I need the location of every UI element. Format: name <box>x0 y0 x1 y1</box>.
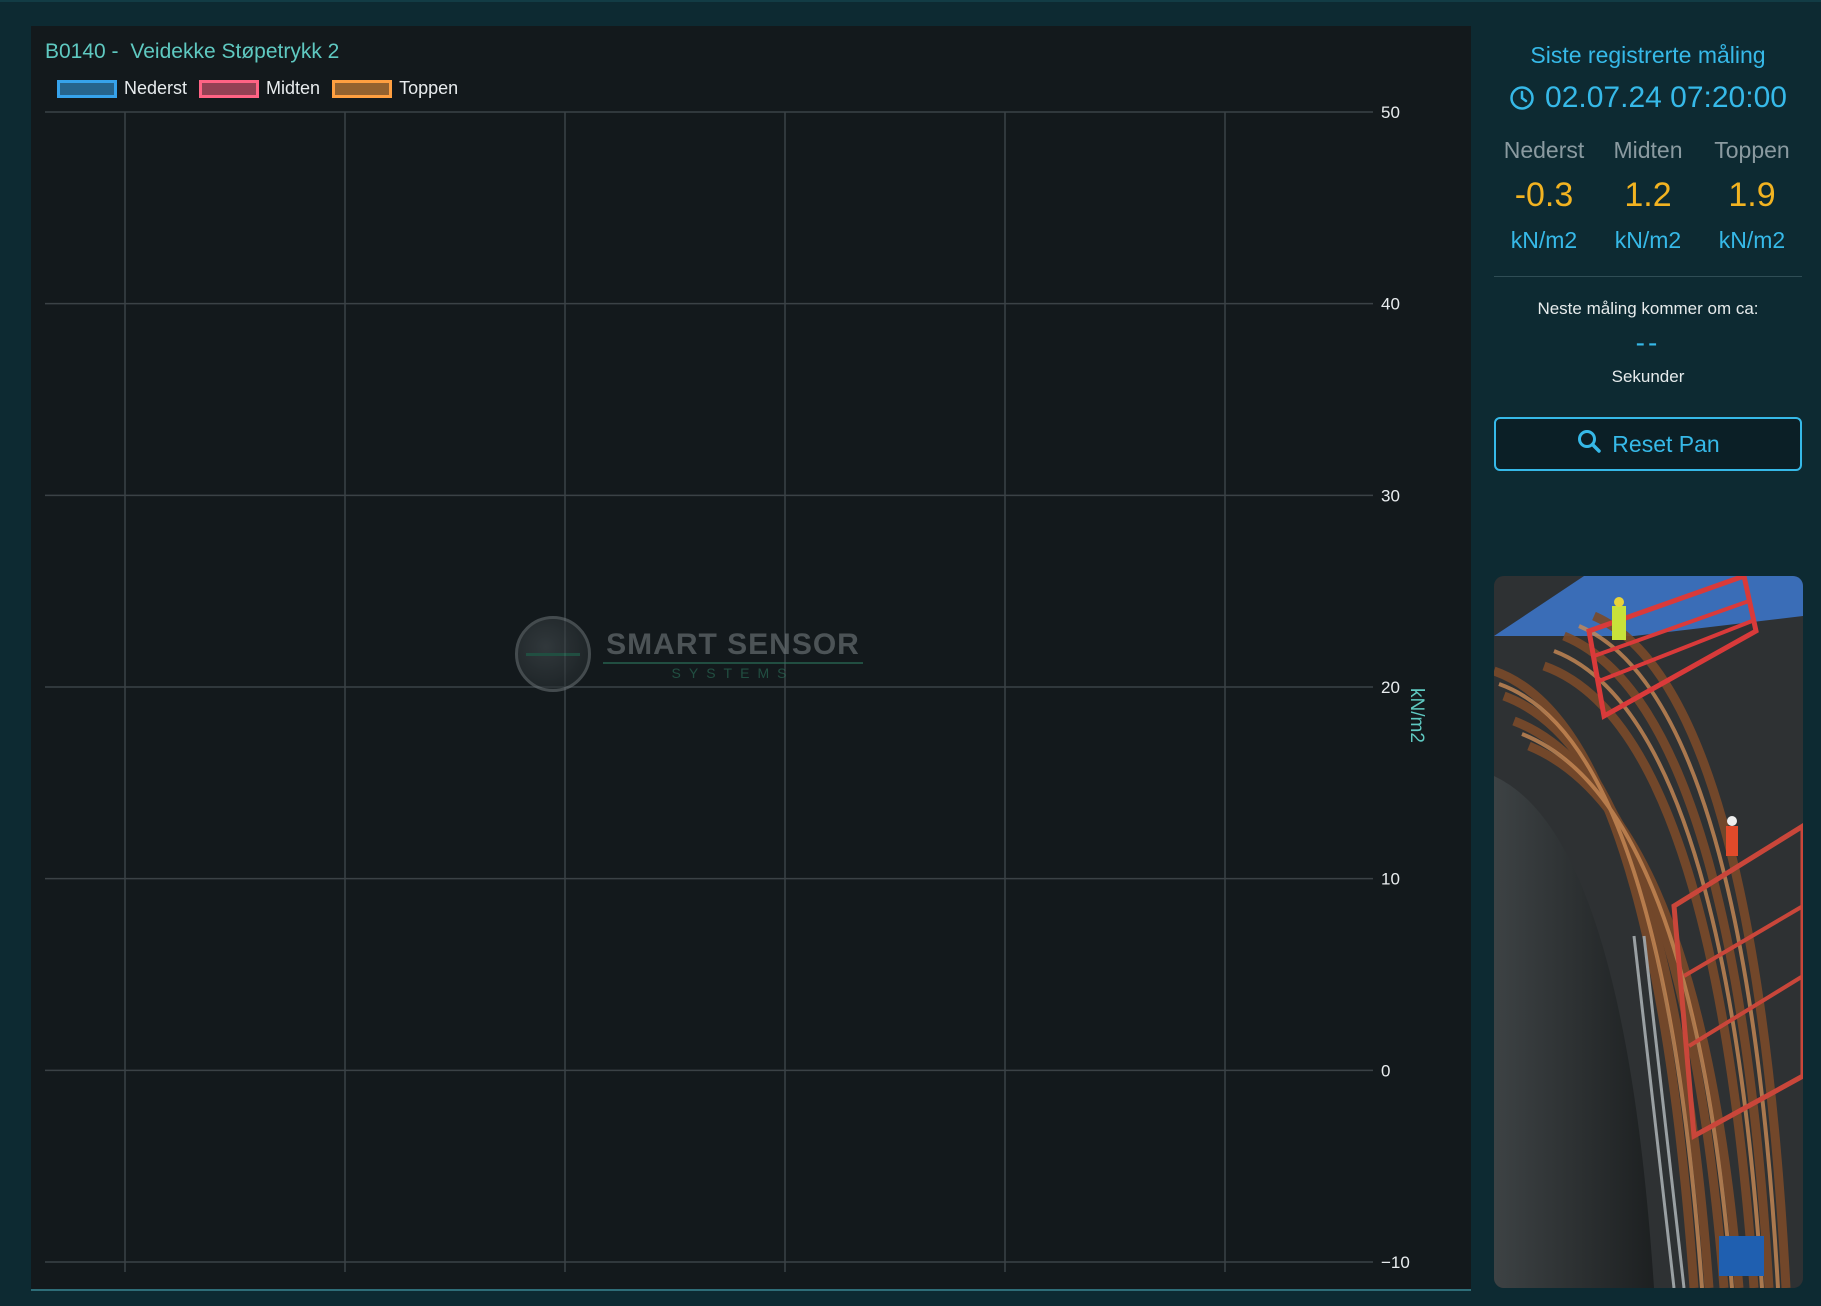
watermark-sub-text: SYSTEMS <box>603 661 863 681</box>
chart-title: B0140 - Veidekke Støpetrykk 2 <box>45 40 339 64</box>
reading-unit: kN/m2 <box>1510 227 1578 253</box>
legend-swatch-midten <box>199 79 260 98</box>
legend-label-midten: Midten <box>266 78 321 98</box>
reading-nederst: Nederst -0.3 kN/m2 <box>1494 137 1594 254</box>
reading-label: Nederst <box>1503 137 1585 163</box>
legend-swatch-toppen <box>332 79 393 98</box>
readings-row: Nederst -0.3 kN/m2 Midten 1.2 kN/m2 Topp… <box>1494 137 1802 254</box>
legend-label-toppen: Toppen <box>399 78 459 98</box>
reset-pan-button[interactable]: Reset Pan <box>1494 417 1802 471</box>
next-measurement-label: Neste måling kommer om ca: <box>1537 299 1759 318</box>
reading-label: Midten <box>1613 137 1683 163</box>
chart-title-code: B0140 - <box>45 40 119 63</box>
reading-toppen: Toppen 1.9 kN/m2 <box>1702 137 1802 254</box>
legend-item-toppen[interactable]: Toppen <box>332 78 458 99</box>
chart-title-name: Veidekke Støpetrykk 2 <box>130 40 340 63</box>
watermark-logo: SMART SENSOR SYSTEMS <box>515 616 863 692</box>
legend-item-midten[interactable]: Midten <box>199 78 320 99</box>
latest-measurement-title: Siste registrerte måling <box>1530 42 1766 68</box>
next-measurement-countdown: -- <box>1635 327 1661 358</box>
legend-label-nederst: Nederst <box>124 78 188 98</box>
reading-unit: kN/m2 <box>1718 227 1786 253</box>
timestamp-text: 02.07.24 07:20:00 <box>1545 81 1787 114</box>
globe-icon <box>515 616 591 692</box>
y-tick-label: 30 <box>1381 486 1400 505</box>
y-tick-label: 0 <box>1381 1061 1390 1080</box>
sidebar: Siste registrerte måling 02.07.24 07:20:… <box>1494 36 1802 471</box>
y-axis-label: kN/m2 <box>1406 688 1427 743</box>
reading-value: 1.2 <box>1624 176 1672 214</box>
next-measurement-unit: Sekunder <box>1611 367 1685 386</box>
divider <box>1494 276 1802 277</box>
reading-value: -0.3 <box>1514 176 1574 214</box>
chart-legend: Nederst Midten Toppen <box>57 78 458 99</box>
legend-item-nederst[interactable]: Nederst <box>57 78 187 99</box>
reset-pan-label: Reset Pan <box>1612 430 1720 457</box>
construction-site-photo <box>1494 576 1803 1288</box>
y-tick-label: 40 <box>1381 295 1400 314</box>
y-tick-label: 50 <box>1381 103 1400 122</box>
legend-swatch-nederst <box>57 79 117 98</box>
construction-photo-illustration <box>1494 576 1803 1288</box>
top-border <box>0 0 1821 2</box>
reading-unit: kN/m2 <box>1614 227 1682 253</box>
y-tick-label: 10 <box>1381 870 1400 889</box>
watermark-main-text: SMART SENSOR <box>606 627 860 661</box>
reading-midten: Midten 1.2 kN/m2 <box>1598 137 1698 254</box>
clock-icon <box>1509 85 1535 111</box>
y-tick-label: 20 <box>1381 678 1400 697</box>
chart-panel[interactable]: 50 40 30 20 10 0 −10 B0140 - Veidekke Støpetry… <box>31 26 1471 1291</box>
measurement-timestamp: 02.07.24 07:20:00 <box>1494 81 1802 115</box>
y-tick-label: −10 <box>1381 1253 1410 1272</box>
reading-value: 1.9 <box>1728 176 1776 214</box>
reading-label: Toppen <box>1714 137 1790 163</box>
search-icon <box>1576 428 1602 460</box>
